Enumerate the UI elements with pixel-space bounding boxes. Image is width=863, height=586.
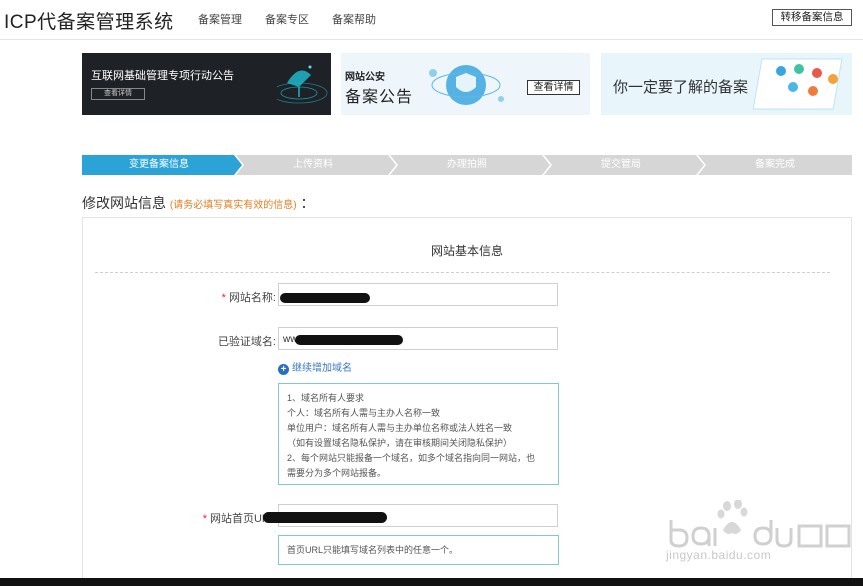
domain-label: 已验证域名: <box>217 336 276 348</box>
section-hint: (请务必填写真实有效的信息) <box>169 200 297 211</box>
step-change-record: 变更备案信息 <box>129 159 189 170</box>
section-title-text: 修改网站信息 <box>82 195 166 211</box>
section-colon: ： <box>300 195 315 211</box>
tip-line: 个人：域名所有人需与主办人名称一致 <box>287 408 441 418</box>
plus-circle-icon: + <box>278 364 289 375</box>
add-domain-link[interactable]: + 继续增加域名 <box>278 359 352 375</box>
radar-dish-icon <box>277 65 328 104</box>
banner-special-action[interactable]: 互联网基础管理专项行动公告 查看详情 <box>82 53 331 115</box>
step-complete: 备案完成 <box>755 159 795 170</box>
tip-line: 首页URL只能填写域名列表中的任意一个。 <box>287 545 459 555</box>
globe-shield-icon <box>429 65 504 105</box>
progress-steps: 变更备案信息 上传资料 办理拍照 提交管局 备案完成 <box>82 155 852 175</box>
watermark-url: jingyan.baidu.com <box>666 548 772 562</box>
required-mark: * <box>202 513 207 525</box>
step-submit-bureau: 提交管局 <box>601 159 641 170</box>
banner-title: 备案公告 <box>345 89 414 106</box>
step-upload-docs: 上传资料 <box>293 159 333 170</box>
screen-icons-illustration <box>752 58 843 110</box>
site-info-form: 网站基本信息 * 网站名称: 已验证域名: www + 继续增加域名 1、域名所有人… <box>82 217 852 586</box>
tip-line: 需要分为多个网站报备。 <box>287 468 387 478</box>
divider <box>95 272 830 273</box>
redaction-mark <box>280 293 370 303</box>
banner-title: 互联网基础管理专项行动公告 <box>91 70 234 82</box>
tip-line: 1、域名所有人要求 <box>287 393 365 403</box>
panel-title: 网站基本信息 <box>430 244 503 258</box>
homepage-url-tip: 首页URL只能填写域名列表中的任意一个。 <box>278 535 559 565</box>
tip-line: 单位用户：域名所有人需与主办单位名称或法人姓名一致 <box>287 423 513 433</box>
nav-record-help[interactable]: 备案帮助 <box>332 11 376 27</box>
step-photo: 办理拍照 <box>447 159 487 170</box>
nav-record-zone[interactable]: 备案专区 <box>265 11 309 27</box>
tip-line: （如有设置域名隐私保护，请在审核期间关闭隐私保护） <box>287 438 513 448</box>
redaction-mark <box>295 335 403 345</box>
banner-detail-button[interactable]: 查看详情 <box>527 80 580 95</box>
site-name-label: * 网站名称: <box>193 289 276 305</box>
nav-record-management[interactable]: 备案管理 <box>198 11 242 27</box>
banner-subtitle: 网站公安 <box>345 72 385 83</box>
tip-line: 2、每个网站只能报备一个域名，如多个域名指向同一网站，也 <box>287 453 536 463</box>
bottom-edge <box>0 578 863 586</box>
site-name-label-text: 网站名称: <box>228 292 276 304</box>
domain-requirements-tip: 1、域名所有人要求 个人：域名所有人需与主办人名称一致 单位用户：域名所有人需与… <box>278 383 559 485</box>
banner-detail-button[interactable]: 查看详情 <box>91 88 145 100</box>
section-title: 修改网站信息 (请务必填写真实有效的信息) ： <box>82 193 314 213</box>
banner-police-record[interactable]: 网站公安 备案公告 查看详情 <box>341 53 590 115</box>
main-nav: 备案管理 备案专区 备案帮助 <box>198 11 376 27</box>
banner-record-guide[interactable]: 你一定要了解的备案 <box>601 53 852 115</box>
top-header: ICP代备案管理系统 备案管理 备案专区 备案帮助 转移备案信息 <box>0 0 863 40</box>
required-mark: * <box>221 292 226 304</box>
add-domain-text: 继续增加域名 <box>292 363 352 374</box>
redaction-mark <box>263 512 387 523</box>
homepage-url-label: * 网站首页URL <box>173 510 276 526</box>
transfer-record-button[interactable]: 转移备案信息 <box>772 9 852 26</box>
app-logo-title: ICP代备案管理系统 <box>4 12 174 33</box>
banner-title: 你一定要了解的备案 <box>613 79 749 96</box>
